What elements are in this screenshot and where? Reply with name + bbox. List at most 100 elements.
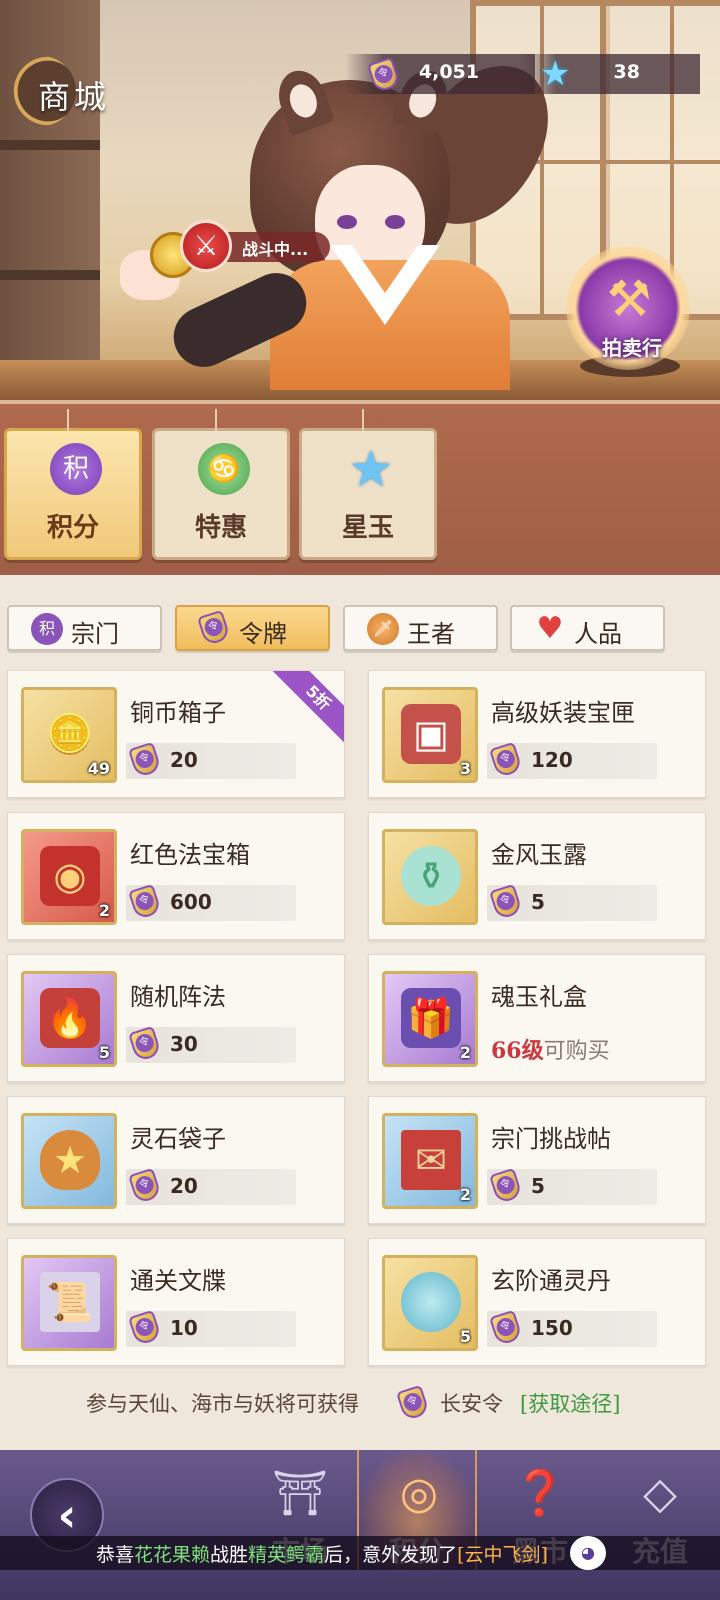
item-count: 49 [87,759,110,778]
item-count: 2 [459,1043,471,1062]
auction-house-button[interactable]: ⚒ 拍卖行 [560,240,700,390]
category-label: 星玉 [341,513,394,543]
item-count: 5 [459,1327,471,1346]
heart-icon: ♥ [536,611,564,646]
token-icon [128,883,162,921]
battle-status-text: 战斗中... [242,240,309,259]
acquisition-note-text: 参与天仙、海市与妖将可获得 [86,1392,359,1416]
crossed-swords-icon: ⚔ [180,220,232,272]
ticker-reward: [云中飞剑] [457,1544,548,1566]
item-count: 3 [459,759,471,778]
item-count: 2 [98,901,110,920]
potion-bottle-icon: ⚱ [401,846,461,906]
acquisition-note: 参与天仙、海市与妖将可获得 长安令 [获取途径] [0,1372,720,1432]
item-thumbnail: 5 [382,1255,478,1351]
item-name: 高级妖装宝匣 [491,699,635,727]
item-price: 5 [487,883,657,921]
jade-dragon-icon: ♋ [198,443,250,495]
star-jade-amount: 38 [613,61,640,83]
character-robe [270,260,510,390]
hero-banner: 商城 4,051 ★ 38 战斗中... ⚔ ⚒ 拍卖行 [0,0,720,400]
category-special-offer[interactable]: ♋ 特惠 [152,409,290,560]
tab-character[interactable]: ♥ 人品 [510,605,665,651]
item-name: 随机阵法 [130,983,226,1011]
item-card[interactable]: ✉ 2 宗门挑战帖 5 [368,1096,706,1224]
page-title: 商城 [6,56,114,126]
token-icon [489,741,523,779]
category-points[interactable]: 积 积分 [4,409,142,560]
mascot-icon: ◕ [570,1536,606,1570]
token-amount: 4,051 [418,61,479,83]
token-icon [128,1309,162,1347]
item-name: 金风玉露 [491,841,587,869]
item-price-value: 20 [170,1174,198,1198]
character-eye [385,215,405,229]
item-card[interactable]: ⚱ 金风玉露 5 [368,812,706,940]
item-name: 灵石袋子 [130,1125,226,1153]
token-icon [128,1167,162,1205]
item-thumbnail: 🪙 49 [21,687,117,783]
item-price-value: 10 [170,1316,198,1340]
item-price-value: 120 [531,748,573,772]
item-price-value: 600 [170,890,212,914]
market-icon: ⛩ [272,1468,328,1519]
tab-label: 人品 [574,620,622,648]
item-thumbnail: ⚱ [382,829,478,925]
background-shelf [0,270,100,280]
category-star-jade[interactable]: ★ 星玉 [299,409,437,560]
item-name: 玄阶通灵丹 [491,1267,611,1295]
item-card[interactable]: ▣ 3 高级妖装宝匣 120 [368,670,706,798]
token-currency[interactable]: 4,051 [345,54,535,94]
tab-label: 王者 [407,620,455,648]
item-name: 宗门挑战帖 [491,1125,611,1153]
item-card[interactable]: 📜 通关文牒 10 [7,1238,345,1366]
red-chest-icon: ◉ [40,846,100,906]
ticker-suffix: 后，意外发现了 [324,1544,458,1566]
ticker-enemy-name: 精英鳄霸 [248,1544,325,1566]
item-name: 魂玉礼盒 [491,983,587,1011]
star-jade-currency[interactable]: ★ 38 [520,54,700,94]
token-icon [197,609,231,647]
tab-sect[interactable]: 积 宗门 [7,605,162,651]
background-wall [0,0,100,360]
item-card[interactable]: 🔥 5 随机阵法 30 [7,954,345,1082]
hanging-string [67,409,79,431]
category-label: 积分 [46,513,99,543]
star-jade-icon: ★ [348,440,394,498]
token-icon [128,741,162,779]
recharge-icon: ◇ [643,1468,677,1519]
item-card[interactable]: ◉ 2 红色法宝箱 600 [7,812,345,940]
hanging-string [215,409,227,431]
token-icon [489,883,523,921]
item-price: 600 [126,883,296,921]
item-card[interactable]: 🪙 49 铜币箱子 20 5折 [7,670,345,798]
gift-box-icon: 🎁 [401,988,461,1048]
item-price-value: 5 [531,1174,545,1198]
tab-king[interactable]: 🗡 王者 [343,605,498,651]
background-shelf [0,140,100,150]
ticker-player-name: 花花果赖 [134,1544,211,1566]
page-title-text: 商城 [38,78,111,116]
item-card[interactable]: ★ 灵石袋子 20 [7,1096,345,1224]
discount-badge: 5折 [266,671,344,750]
tab-label: 宗门 [71,620,119,648]
item-card[interactable]: 5 玄阶通灵丹 150 [368,1238,706,1366]
item-price: 150 [487,1309,657,1347]
item-thumbnail: ▣ 3 [382,687,478,783]
currency-tabs: 积 宗门 令牌 🗡 王者 ♥ 人品 [0,590,720,651]
item-price-value: 5 [531,890,545,914]
points-icon: 积 [50,443,102,495]
spirit-pill-icon [401,1272,461,1332]
acquisition-route-link[interactable]: [获取途径] [520,1388,620,1418]
item-thumbnail: 🔥 5 [21,971,117,1067]
character-eye [337,215,357,229]
item-price-value: 150 [531,1316,573,1340]
battle-status-button[interactable]: 战斗中... ⚔ [180,220,330,272]
category-label: 特惠 [194,513,247,543]
currency-name: 长安令 [440,1392,503,1416]
level-requirement-text: 可购买 [543,1039,610,1064]
required-level: 66级 [491,1038,544,1064]
item-card[interactable]: 🎁 2 魂玉礼盒 66级可购买 [368,954,706,1082]
tab-token[interactable]: 令牌 [175,605,330,651]
item-name: 红色法宝箱 [130,841,250,869]
